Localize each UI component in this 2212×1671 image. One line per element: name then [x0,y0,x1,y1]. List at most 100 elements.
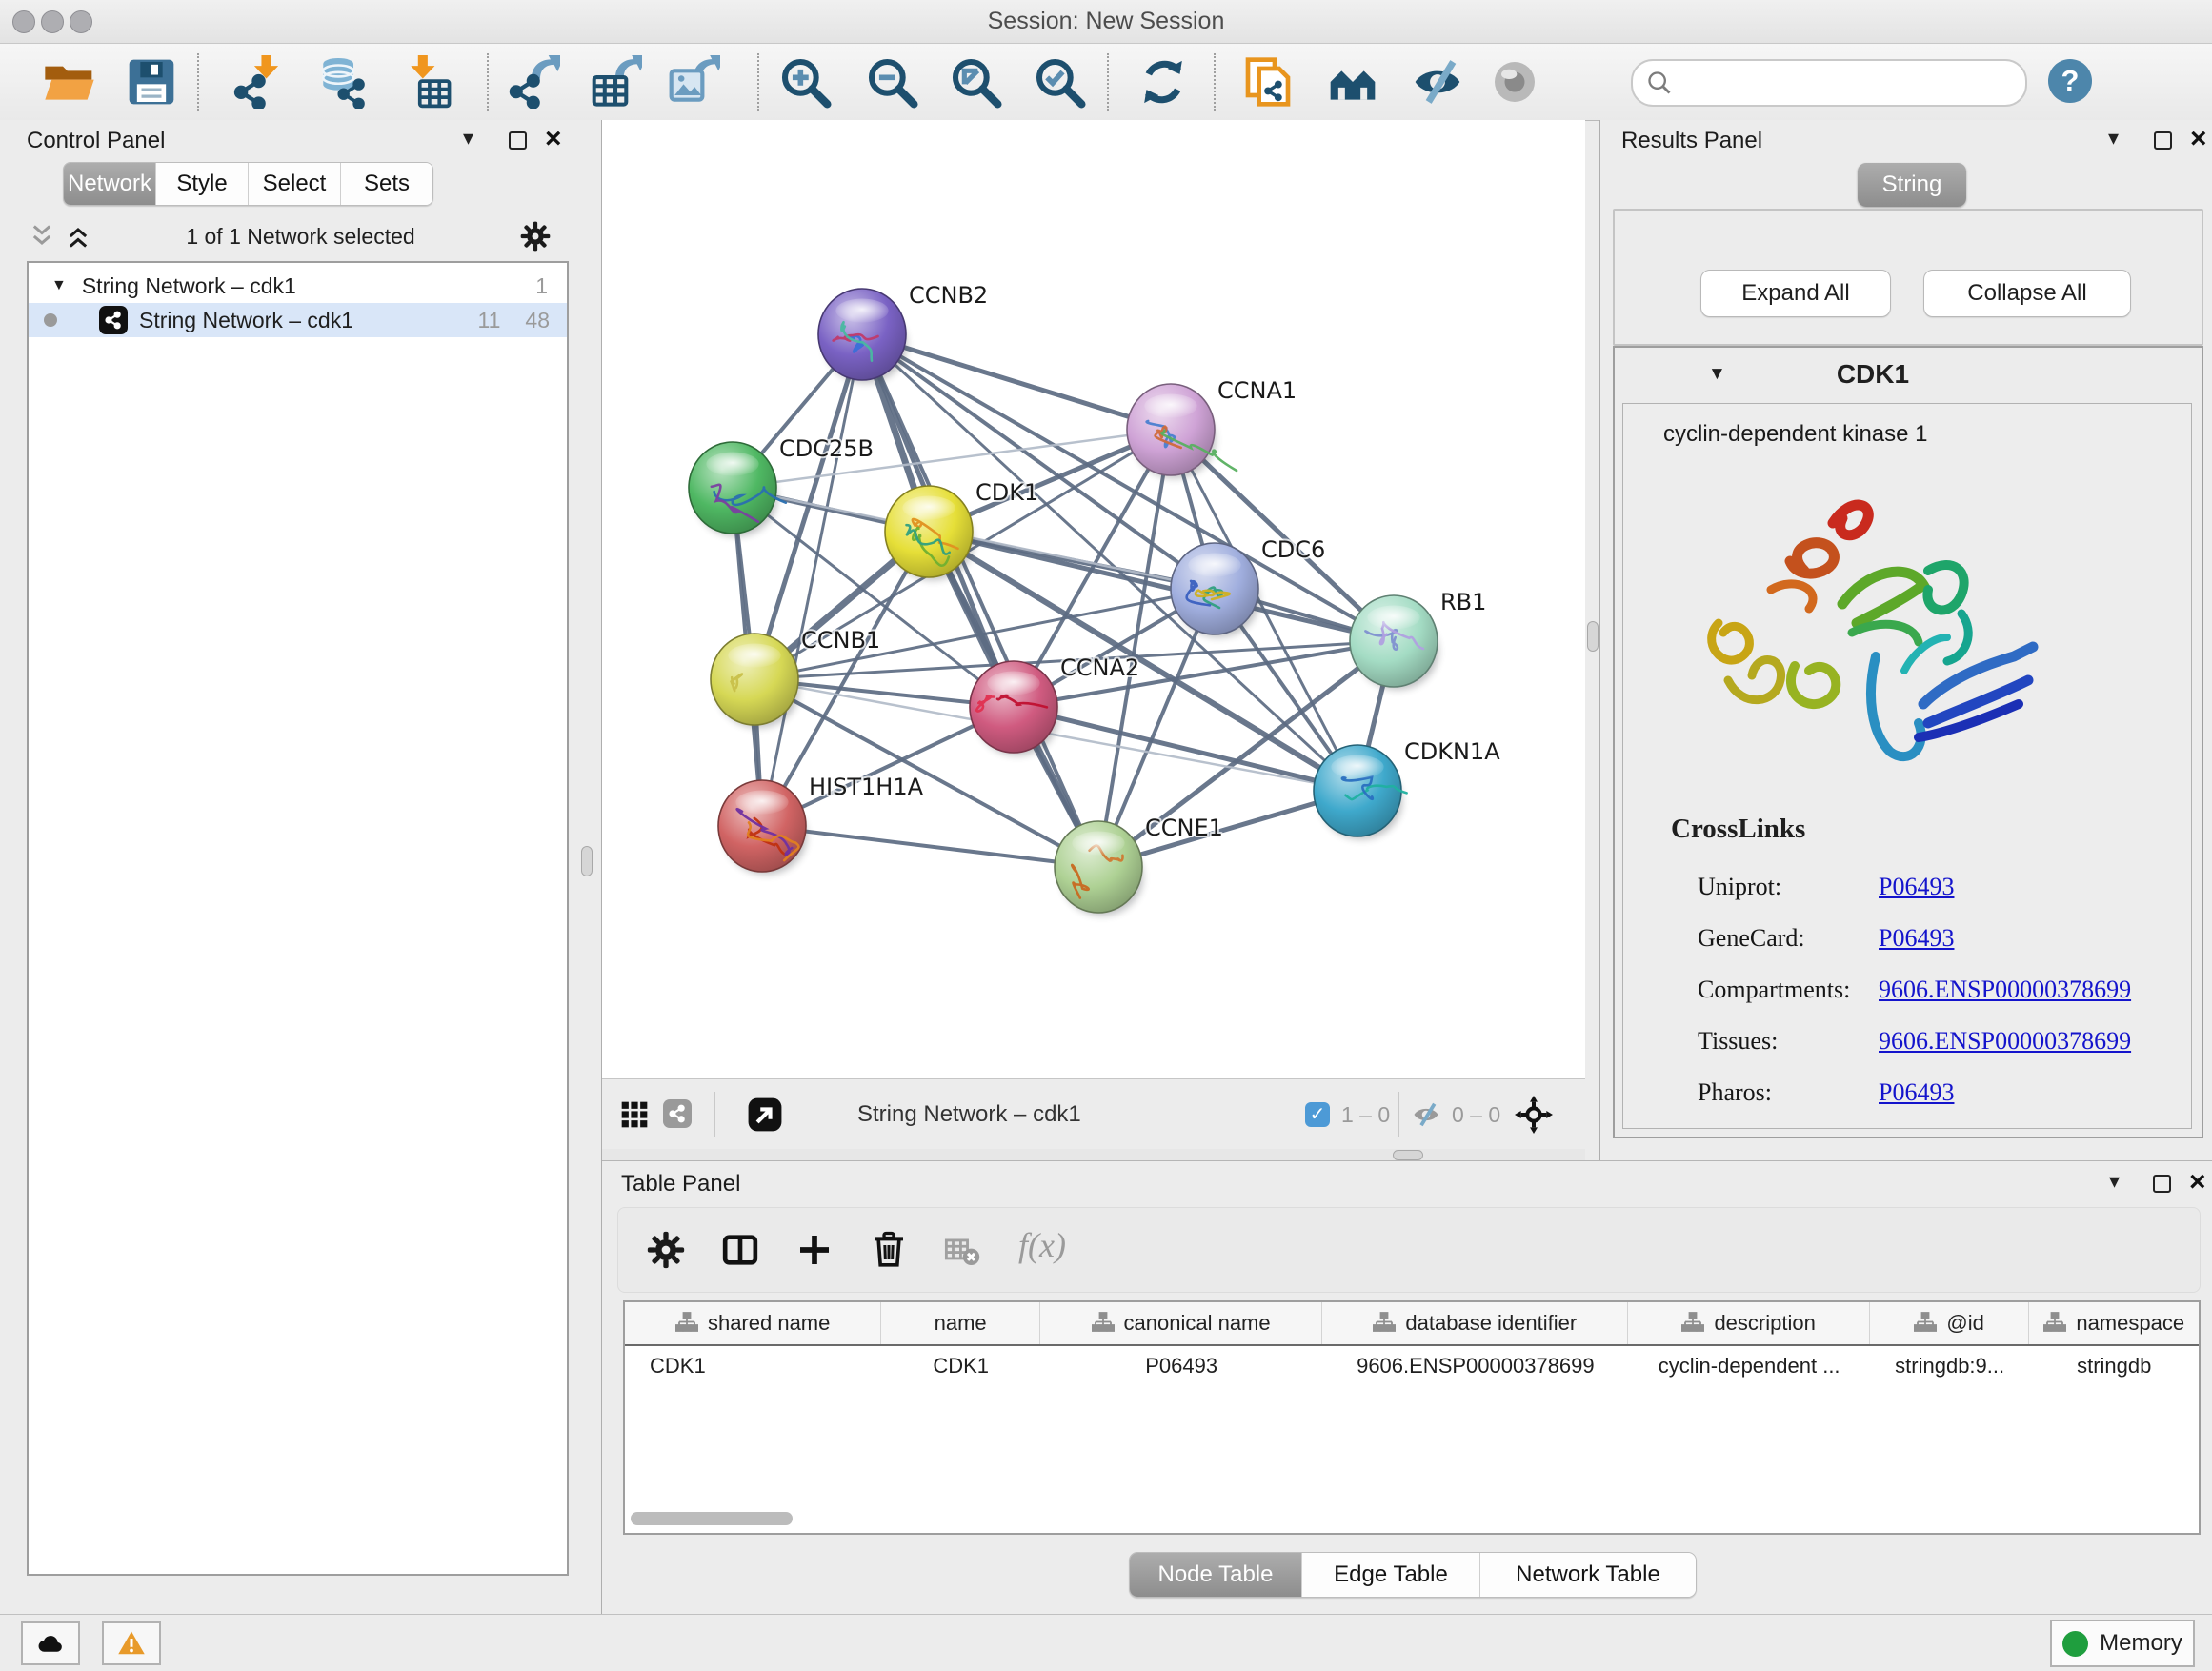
left-divider-grip[interactable] [581,846,593,876]
column-header-description[interactable]: description [1628,1302,1869,1344]
tab-string[interactable]: String [1858,163,1966,207]
import-table-file-button[interactable] [399,55,452,109]
save-session-button[interactable] [125,55,178,109]
zoom-fit-button[interactable] [949,55,1002,109]
panel-close-icon[interactable]: × [2189,1171,2206,1194]
tab-select[interactable]: Select [248,163,340,205]
show-hidden-button[interactable] [1488,55,1541,109]
network-node-CCNE1[interactable]: CCNE1 [1055,815,1223,916]
panel-menu-icon[interactable]: ▾ [2108,126,2119,151]
network-node-RB1[interactable]: RB1 [1350,589,1486,690]
cloud-button[interactable] [21,1621,80,1665]
network-node-CCNA1[interactable]: CCNA1 [1127,377,1297,478]
triangle-down-icon[interactable]: ▼ [1708,364,1726,385]
tab-node-table[interactable]: Node Table [1130,1553,1301,1597]
horizontal-scrollbar-thumb[interactable] [631,1512,793,1525]
entry-header[interactable]: ▼ CDK1 [1615,348,2202,401]
network-node-CDC25B[interactable]: CDC25B [689,435,874,536]
import-network-file-button[interactable] [231,55,285,109]
gear-icon[interactable] [647,1231,685,1269]
split-columns-icon[interactable] [721,1231,759,1269]
tab-network-table[interactable]: Network Table [1479,1553,1696,1597]
cell-name[interactable]: CDK1 [881,1354,1040,1379]
birdseye-icon[interactable] [747,1097,783,1133]
column-header-shared-name[interactable]: shared name [625,1302,881,1344]
divider-grip[interactable] [1393,1150,1423,1160]
network-badge-icon[interactable] [663,1099,692,1128]
help-button[interactable]: ? [2048,59,2092,103]
tab-sets[interactable]: Sets [340,163,432,205]
new-network-from-selection-button[interactable] [1241,55,1295,109]
crosslink-link[interactable]: 9606.ENSP00000378699 [1879,1027,2131,1056]
export-network-button[interactable] [507,55,560,109]
network-collection-row[interactable]: ▼ String Network – cdk1 1 [29,269,567,303]
tab-network[interactable]: Network [64,163,155,205]
collapse-all-button[interactable]: Collapse All [1923,270,2131,317]
tab-edge-table[interactable]: Edge Table [1301,1553,1479,1597]
collection-count: 1 [535,273,548,299]
network-node-HIST1H1A[interactable]: HIST1H1A [718,774,924,875]
panel-menu-icon[interactable]: ▾ [2109,1169,2120,1194]
add-column-icon[interactable] [795,1231,834,1269]
hide-selected-button[interactable] [1411,55,1464,109]
first-neighbors-button[interactable] [1326,55,1379,109]
gear-icon[interactable] [520,221,551,252]
cell-description[interactable]: cyclin-dependent ... [1628,1354,1869,1379]
cell-namespace[interactable]: stringdb [2029,1354,2199,1379]
refresh-button[interactable] [1136,55,1190,109]
expand-all-button[interactable]: Expand All [1700,270,1891,317]
network-node-CDK1[interactable]: CDK1 [885,479,1038,580]
zoom-in-button[interactable] [778,55,832,109]
zoom-out-button[interactable] [865,55,918,109]
panel-menu-icon[interactable]: ▾ [463,126,473,151]
cell-id[interactable]: stringdb:9... [1870,1354,2030,1379]
network-node-CDKN1A[interactable]: CDKN1A [1314,738,1500,839]
control-panel: Control Panel ▾ × Network Style Select S… [0,120,602,1614]
panel-close-icon[interactable]: × [545,128,562,151]
tree-icon [1914,1312,1937,1335]
right-divider-grip[interactable] [1587,621,1599,652]
memory-button[interactable]: Memory [2050,1620,2195,1667]
node-label: CCNB1 [801,627,880,654]
network-canvas[interactable]: CCNB2CCNA1CDC25BCDK1CDC6RB1CCNB1CCNA2CDK… [602,120,1585,1078]
crosslink-link[interactable]: P06493 [1879,924,1954,953]
crosslink-link[interactable]: P06493 [1879,1078,1954,1107]
pan-crosshair-icon[interactable] [1515,1096,1553,1134]
zoom-selected-button[interactable] [1033,55,1086,109]
selected-checkbox-icon[interactable]: ✓ [1305,1102,1330,1127]
cell-canonical-name[interactable]: P06493 [1040,1354,1322,1379]
grid-view-icon[interactable] [619,1099,650,1130]
cell-database-identifier[interactable]: 9606.ENSP00000378699 [1322,1354,1628,1379]
panel-close-icon[interactable]: × [2190,128,2207,151]
footer-separator [714,1092,715,1137]
open-session-button[interactable] [43,55,96,109]
column-header-canonical-name[interactable]: canonical name [1040,1302,1322,1344]
import-network-database-button[interactable] [315,55,369,109]
triangle-down-icon[interactable]: ▼ [51,277,67,294]
column-header-namespace[interactable]: namespace [2029,1302,2199,1344]
crosslink-link[interactable]: 9606.ENSP00000378699 [1879,976,2131,1004]
column-header-id[interactable]: @id [1870,1302,2030,1344]
crosslink-link[interactable]: P06493 [1879,873,1954,901]
search-input[interactable] [1680,65,2008,99]
network-node-CCNA2[interactable]: CCNA2 [970,654,1139,755]
warnings-button[interactable] [102,1621,161,1665]
cell-shared-name[interactable]: CDK1 [625,1354,881,1379]
hidden-eye-slash-icon[interactable] [1412,1100,1440,1129]
tab-style[interactable]: Style [155,163,248,205]
column-header-name[interactable]: name [881,1302,1040,1344]
column-header-database-identifier[interactable]: database identifier [1322,1302,1628,1344]
panel-float-icon[interactable] [2154,131,2172,150]
table-row[interactable]: CDK1 CDK1 P06493 9606.ENSP00000378699 cy… [625,1346,2199,1386]
network-view-toolbar: String Network – cdk1 ✓ 1 – 0 0 – 0 [602,1078,1585,1150]
export-table-button[interactable] [589,55,642,109]
panel-float-icon[interactable] [509,131,527,150]
delete-column-icon[interactable] [870,1231,908,1269]
horizontal-divider[interactable] [602,1149,1585,1160]
export-image-button[interactable] [667,55,720,109]
panel-float-icon[interactable] [2153,1175,2171,1193]
node-table[interactable]: shared name name canonical name database… [623,1300,2201,1535]
node-label: CCNA2 [1060,654,1139,681]
network-graph[interactable]: CCNB2CCNA1CDC25BCDK1CDC6RB1CCNB1CCNA2CDK… [602,120,1585,1078]
network-row-selected[interactable]: String Network – cdk1 11 48 [29,303,567,337]
